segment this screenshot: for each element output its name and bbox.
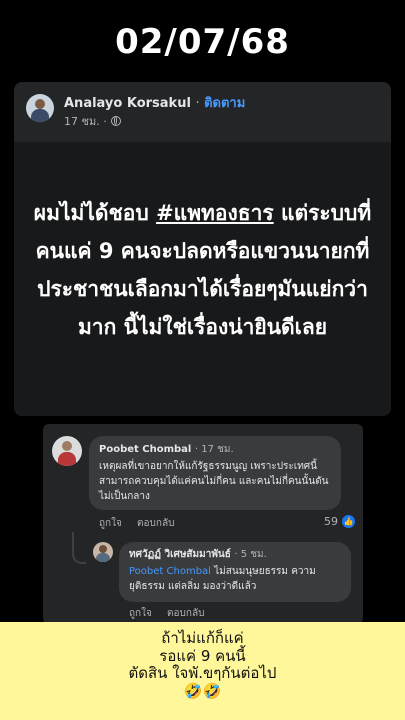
- hashtag-link[interactable]: #แพทองธาร: [156, 201, 274, 225]
- like-button[interactable]: ถูกใจ: [99, 518, 122, 529]
- author-avatar[interactable]: [26, 94, 54, 122]
- post-text: ผมไม่ได้ชอบ #แพทองธาร แต่ระบบที่คนแค่ 9 …: [24, 194, 381, 346]
- laughing-emoji: 🤣🤣: [183, 681, 222, 700]
- commenter-avatar[interactable]: [52, 436, 82, 466]
- globe-icon: [110, 116, 121, 126]
- reply-avatar[interactable]: [93, 542, 113, 562]
- reply-author-line: ทศวัฏฏ์ วิเศษสัมมาพันธ์ · 5 ชม.: [129, 547, 341, 562]
- caption-line-1: ถ้าไม่แก้ก็แค่: [161, 629, 244, 647]
- post-body: ผมไม่ได้ชอบ #แพทองธาร แต่ระบบที่คนแค่ 9 …: [14, 142, 391, 416]
- comment-time[interactable]: · 17 ชม.: [195, 444, 234, 455]
- caption-line-2: รอแค่ 9 คนนี้: [159, 646, 246, 665]
- reply-like-button[interactable]: ถูกใจ: [129, 608, 152, 619]
- comment-section: Poobet Chombal · 17 ชม. เหตุผลที่เขาอยาก…: [43, 424, 363, 624]
- reaction-count: 59: [324, 515, 338, 528]
- reply-thread-line: [72, 532, 86, 564]
- mention-link[interactable]: Poobet Chombal: [129, 566, 211, 577]
- comment-author[interactable]: Poobet Chombal: [99, 444, 191, 455]
- separator-dot: ·: [195, 96, 200, 111]
- caption-banner: ถ้าไม่แก้ก็แค่ รอแค่ 9 คนนี้ ตัดสิน ใจพั…: [0, 622, 405, 720]
- follow-link[interactable]: ติดตาม: [204, 96, 245, 111]
- thumbs-up-icon: 👍: [342, 515, 355, 528]
- post-header: Analayo Korsakul · ติดตาม 17 ชม. ·: [26, 90, 379, 130]
- reaction-summary[interactable]: 59 👍: [324, 515, 355, 528]
- reply-reply-button[interactable]: ตอบกลับ: [167, 608, 204, 619]
- post-meta: 17 ชม. ·: [64, 112, 121, 130]
- comment-bubble: Poobet Chombal · 17 ชม. เหตุผลที่เขาอยาก…: [89, 436, 341, 510]
- caption-line-3: ตัดสิน ใจพั.ขๆกันต่อไป: [128, 664, 277, 682]
- reply-text: Poobet Chombal ไม่สนมนุษยธรรม ความยุติธร…: [129, 564, 341, 594]
- comment-text: เหตุผลที่เขาอยากให้แก้รัฐธรรมนูญ เพราะปร…: [99, 461, 329, 502]
- reply-time[interactable]: · 5 ชม.: [234, 549, 266, 560]
- comment-author-line: Poobet Chombal · 17 ชม.: [99, 442, 331, 457]
- facebook-post: Analayo Korsakul · ติดตาม 17 ชม. · ผมไม่…: [14, 82, 391, 416]
- post-text-part1: ผมไม่ได้ชอบ: [33, 201, 157, 225]
- comment-actions: ถูกใจ ตอบกลับ: [99, 516, 186, 531]
- author-line: Analayo Korsakul · ติดตาม: [64, 92, 245, 113]
- post-time[interactable]: 17 ชม. ·: [64, 112, 107, 130]
- reply-bubble: ทศวัฏฏ์ วิเศษสัมมาพันธ์ · 5 ชม. Poobet C…: [119, 542, 351, 602]
- author-name[interactable]: Analayo Korsakul: [64, 96, 191, 111]
- reply-actions: ถูกใจ ตอบกลับ: [129, 606, 216, 621]
- date-overlay: 02/07/68: [115, 22, 290, 62]
- reply-button[interactable]: ตอบกลับ: [137, 518, 174, 529]
- reply-author[interactable]: ทศวัฏฏ์ วิเศษสัมมาพันธ์: [129, 549, 231, 560]
